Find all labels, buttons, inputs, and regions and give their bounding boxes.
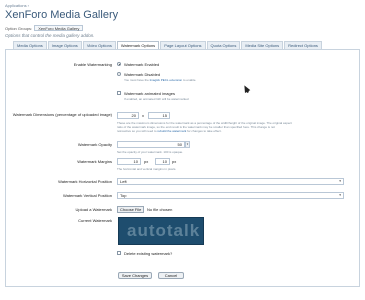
watermark-disabled-radio[interactable] bbox=[117, 72, 121, 76]
opacity-hint: Set the opacity of your watermark. 100 i… bbox=[117, 150, 184, 154]
tab-watermark-options[interactable]: Watermark Options bbox=[116, 41, 160, 49]
watermark-enabled-label: Watermark Enabled bbox=[124, 62, 160, 67]
opacity-label: Watermark Opacity bbox=[77, 142, 112, 147]
option-group-select[interactable]: XenForo Media Gallery bbox=[34, 25, 84, 31]
dimensions-label: Watermark Dimensions (percentage of uplo… bbox=[12, 112, 112, 117]
watermark-disabled-label: Watermark Disabled bbox=[124, 72, 161, 77]
rebuild-watermark-link[interactable]: rebuild the watermark bbox=[157, 129, 186, 133]
vertical-position-label: Watermark Vertical Position bbox=[63, 193, 112, 198]
watermark-options-panel bbox=[5, 49, 360, 287]
dimension-separator: x bbox=[142, 113, 144, 118]
option-group-label: Option Groups: bbox=[5, 26, 33, 31]
current-watermark-image: autotalk bbox=[118, 217, 204, 245]
cancel-button[interactable]: Cancel bbox=[158, 272, 184, 279]
hint-text: retroactive so you will need to bbox=[117, 129, 157, 133]
upload-watermark-label: Upload a Watermark bbox=[75, 207, 112, 212]
hint-line: retroactive so you will need to rebuild … bbox=[117, 129, 357, 133]
dimension-height-input[interactable]: 15 bbox=[148, 112, 170, 119]
delete-watermark-checkbox[interactable] bbox=[117, 251, 121, 255]
chevron-down-icon: ▾ bbox=[339, 193, 341, 197]
horizontal-position-value: Left bbox=[120, 179, 127, 184]
watermark-animated-hint: If enabled, an animated GIF will be wate… bbox=[124, 97, 189, 101]
chevron-down-icon: ▾ bbox=[339, 179, 341, 183]
margin-horizontal-input[interactable]: 10 bbox=[117, 158, 141, 165]
file-status: No file chosen bbox=[147, 207, 173, 212]
hint-text: to enable. bbox=[183, 78, 197, 82]
dimensions-hint: These are the maximum dimensions for the… bbox=[117, 121, 357, 133]
tab-media-options[interactable]: Media Options bbox=[13, 41, 47, 49]
page-description: Options that control the media gallery a… bbox=[5, 33, 95, 38]
tab-video-options[interactable]: Video Options bbox=[82, 41, 116, 49]
margin-unit: px bbox=[144, 159, 149, 164]
delete-watermark-label: Delete existing watermark? bbox=[124, 251, 173, 256]
margin-vertical-input[interactable]: 10 bbox=[155, 158, 170, 165]
watermark-animated-label: Watermark animated images bbox=[124, 91, 175, 96]
page-title: XenForo Media Gallery bbox=[5, 9, 119, 21]
tab-page-layout-options[interactable]: Page Layout Options bbox=[160, 41, 206, 49]
tab-image-options[interactable]: Image Options bbox=[47, 41, 82, 49]
margin-unit: px bbox=[172, 159, 177, 164]
vertical-position-select[interactable]: Top ▾ bbox=[117, 192, 344, 199]
hint-text: You must have the bbox=[124, 78, 149, 82]
margins-hint: The horizontal and vertical margins in p… bbox=[117, 167, 177, 171]
tab-redirect-options[interactable]: Redirect Options bbox=[284, 41, 322, 49]
opacity-stepper[interactable]: ▾ bbox=[185, 141, 190, 148]
horizontal-position-select[interactable]: Left ▾ bbox=[117, 178, 344, 185]
watermark-enabled-radio[interactable] bbox=[117, 62, 121, 66]
tab-media-site-options[interactable]: Media Site Options bbox=[241, 41, 284, 49]
vertical-position-value: Top bbox=[120, 193, 127, 198]
admin-options-page: Applications › XenForo Media Gallery Opt… bbox=[0, 0, 365, 300]
margins-label: Watermark Margins bbox=[77, 159, 112, 164]
hint-text: for changes to take effect. bbox=[187, 129, 222, 133]
watermark-logo-text: autotalk bbox=[127, 221, 201, 240]
horizontal-position-label: Watermark Horizontal Position bbox=[58, 179, 112, 184]
save-changes-button[interactable]: Save Changes bbox=[118, 272, 152, 279]
watermark-disabled-hint: You must have the Imagick PECL extension… bbox=[124, 78, 196, 82]
enable-watermarking-label: Enable Watermarking bbox=[73, 62, 112, 67]
imagick-extension-link[interactable]: Imagick PECL extension bbox=[150, 78, 183, 82]
breadcrumb[interactable]: Applications › bbox=[5, 3, 29, 8]
options-tabs: Media Options Image Options Video Option… bbox=[13, 41, 323, 49]
opacity-input[interactable]: 50 bbox=[117, 141, 185, 148]
current-watermark-label: Current Watermark bbox=[78, 218, 112, 223]
option-group-row: Option Groups: XenForo Media Gallery bbox=[5, 25, 84, 31]
dimension-width-input[interactable]: 20 bbox=[117, 112, 139, 119]
tab-quota-options[interactable]: Quota Options bbox=[206, 41, 241, 49]
watermark-animated-checkbox[interactable] bbox=[117, 91, 121, 95]
choose-file-button[interactable]: Choose File bbox=[117, 206, 145, 213]
